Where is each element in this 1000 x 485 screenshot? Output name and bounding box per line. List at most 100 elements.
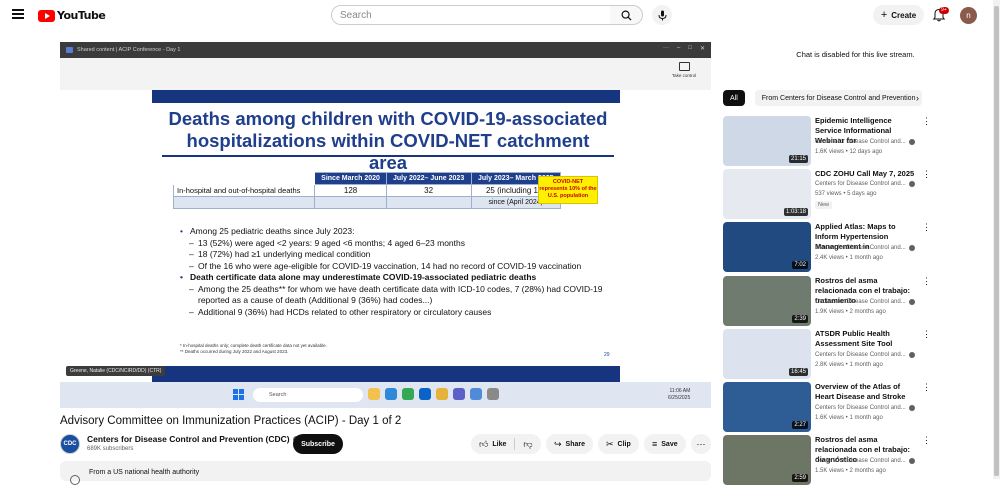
bullet-item: Of the 16 who were age-eligible for COVI… [180, 261, 610, 273]
search-input[interactable]: Search [331, 5, 611, 25]
chrome-icon [402, 388, 414, 400]
recommended-video[interactable]: 2:59 Rostros del asma relacionada con el … [723, 435, 988, 485]
chip-all[interactable]: All [723, 90, 745, 106]
recommended-channel-name[interactable]: Centers for Disease Control and... [815, 405, 906, 411]
recommended-channel[interactable]: Centers for Disease Control and... [815, 458, 915, 465]
recommended-video-title[interactable]: ATSDR Public Health Assessment Site Tool [815, 329, 915, 349]
take-control-icon [678, 62, 690, 71]
recommended-channel[interactable]: Centers for Disease Control and... [815, 139, 915, 145]
create-button[interactable]: + Create [873, 5, 924, 25]
window-controls: ··· – □ ✕ [663, 45, 705, 52]
slide-bottom-band [152, 366, 620, 382]
video-thumbnail[interactable]: 2:39 [723, 275, 811, 326]
thumbs-up-icon[interactable]: 👍︎ [479, 439, 488, 450]
recommended-video[interactable]: 1:03:18 CDC ZOHU Call May 7, 2025 Centers … [723, 169, 988, 220]
video-thumbnail[interactable]: 7:02 [723, 222, 811, 273]
recommended-channel[interactable]: Centers for Disease Control and... [815, 298, 915, 305]
more-vert-icon[interactable]: ⋮ [922, 117, 931, 126]
subscribe-button[interactable]: Subscribe [293, 434, 343, 454]
logo-text: YouTube [57, 9, 106, 22]
like-label[interactable]: Like [492, 441, 506, 448]
share-button[interactable]: ↪ Share [546, 434, 594, 454]
video-duration: 1:03:18 [783, 208, 808, 217]
taskbar-clock: 11:06 AM 6/25/2025 [668, 388, 690, 402]
microphone-icon [658, 10, 666, 20]
share-icon: ↪ [554, 438, 562, 449]
recommended-video[interactable]: 2:27 Overview of the Atlas of Heart Disea… [723, 382, 988, 432]
minimize-icon: – [677, 45, 681, 51]
menu-icon[interactable] [12, 9, 24, 19]
more-actions-button[interactable]: ⋯ [691, 434, 711, 454]
video-duration: 2:27 [792, 421, 808, 429]
verified-icon [908, 181, 915, 188]
more-vert-icon[interactable]: ⋮ [922, 170, 931, 179]
more-icon: ··· [663, 45, 669, 51]
masthead: YouTube Search + Create 9+ n [0, 0, 993, 30]
clip-button[interactable]: ✂ Clip [598, 434, 639, 454]
recommended-video[interactable]: 16:45 ATSDR Public Health Assessment Site… [723, 328, 988, 379]
video-thumbnail[interactable]: 2:59 [723, 435, 811, 485]
chip-from-channel[interactable]: From Centers for Disease Control and Pre… [754, 90, 923, 106]
slide-top-band [152, 90, 620, 103]
recommended-channel-name[interactable]: Centers for Disease Control and... [815, 299, 906, 305]
maximize-icon: □ [688, 45, 692, 51]
youtube-logo[interactable]: YouTube [38, 9, 106, 22]
table-cell [385, 196, 472, 209]
table-row: In-hospital and out-of-hospital deaths 1… [172, 184, 562, 197]
plus-icon: + [880, 9, 888, 21]
recommended-channel-name[interactable]: Centers for Disease Control and... [815, 245, 906, 251]
description-box[interactable]: From a US national health authority [60, 461, 711, 485]
taskbar-search: Search [253, 388, 363, 402]
chevron-right-icon[interactable]: › [916, 93, 919, 103]
bullet-item: 13 (52%) were aged <2 years: 9 aged <6 m… [180, 238, 610, 250]
recommended-channel-name[interactable]: Centers for Disease Control and... [815, 352, 906, 358]
meeting-control-strip [60, 58, 711, 90]
video-thumbnail[interactable]: 2:27 [723, 382, 811, 432]
channel-name[interactable]: Centers for Disease Control and Preventi… [87, 434, 300, 444]
more-vert-icon[interactable]: ⋮ [922, 329, 931, 338]
video-thumbnail[interactable]: 1:03:18 [723, 169, 811, 220]
table-cell [172, 196, 316, 209]
more-vert-icon[interactable]: ⋮ [922, 223, 931, 232]
voice-search-button[interactable] [652, 5, 672, 25]
channel-name-text[interactable]: Centers for Disease Control and Preventi… [87, 434, 290, 444]
app-icon [470, 388, 482, 400]
verified-icon [908, 458, 915, 465]
video-player[interactable]: Shared content | ACIP Conference - Day 1… [60, 42, 711, 408]
recommended-video[interactable]: 2:39 Rostros del asma relacionada con el … [723, 275, 988, 326]
account-avatar[interactable]: n [960, 7, 977, 24]
recommended-video-title[interactable]: Overview of the Atlas of Heart Disease a… [815, 382, 915, 402]
scrollbar-thumb[interactable] [994, 6, 999, 476]
recommended-meta: 2.4K views • 1 month ago [815, 255, 883, 262]
recommended-channel-name[interactable]: Centers for Disease Control and... [815, 181, 906, 187]
recommended-video[interactable]: 7:02 Applied Atlas: Maps to Inform Hypert… [723, 222, 988, 273]
bullet-item: Among the 25 deaths** for whom we have d… [180, 284, 610, 307]
more-vert-icon[interactable]: ⋮ [922, 436, 931, 445]
recommended-video[interactable]: 21:15 Epidemic Intelligence Service Infor… [723, 116, 988, 166]
recommended-meta: 1.6K views • 1 month ago [815, 415, 883, 421]
channel-avatar[interactable]: CDC [60, 434, 80, 454]
clip-label: Clip [617, 440, 631, 448]
thumbs-down-icon[interactable]: 👎︎ [523, 439, 532, 450]
recommended-video-title[interactable]: CDC ZOHU Call May 7, 2025 [815, 169, 915, 179]
search-button[interactable] [610, 5, 643, 25]
settings-icon [487, 388, 499, 400]
recommended-channel[interactable]: Centers for Disease Control and... [815, 181, 915, 188]
recommended-meta: 2.8K views • 1 month ago [815, 361, 883, 368]
save-playlist-icon: ≡ [652, 439, 658, 449]
more-horiz-icon: ⋯ [696, 438, 706, 449]
recommended-channel[interactable]: Centers for Disease Control and... [815, 351, 915, 358]
video-thumbnail[interactable]: 16:45 [723, 328, 811, 379]
page-scrollbar[interactable] [993, 0, 1000, 479]
video-thumbnail[interactable]: 21:15 [723, 116, 811, 166]
recommended-channel[interactable]: Centers for Disease Control and... [815, 245, 915, 252]
recommended-meta: 537 views • 5 days ago [815, 191, 877, 198]
recommended-channel-name[interactable]: Centers for Disease Control and... [815, 458, 906, 464]
recommended-channel[interactable]: Centers for Disease Control and... [815, 405, 915, 411]
recommended-channel-name[interactable]: Centers for Disease Control and... [815, 139, 906, 145]
clock-time: 11:06 AM [669, 388, 691, 394]
more-vert-icon[interactable]: ⋮ [922, 383, 931, 392]
more-vert-icon[interactable]: ⋮ [922, 276, 931, 285]
verified-icon [908, 351, 915, 358]
save-button[interactable]: ≡ Save [644, 434, 686, 454]
